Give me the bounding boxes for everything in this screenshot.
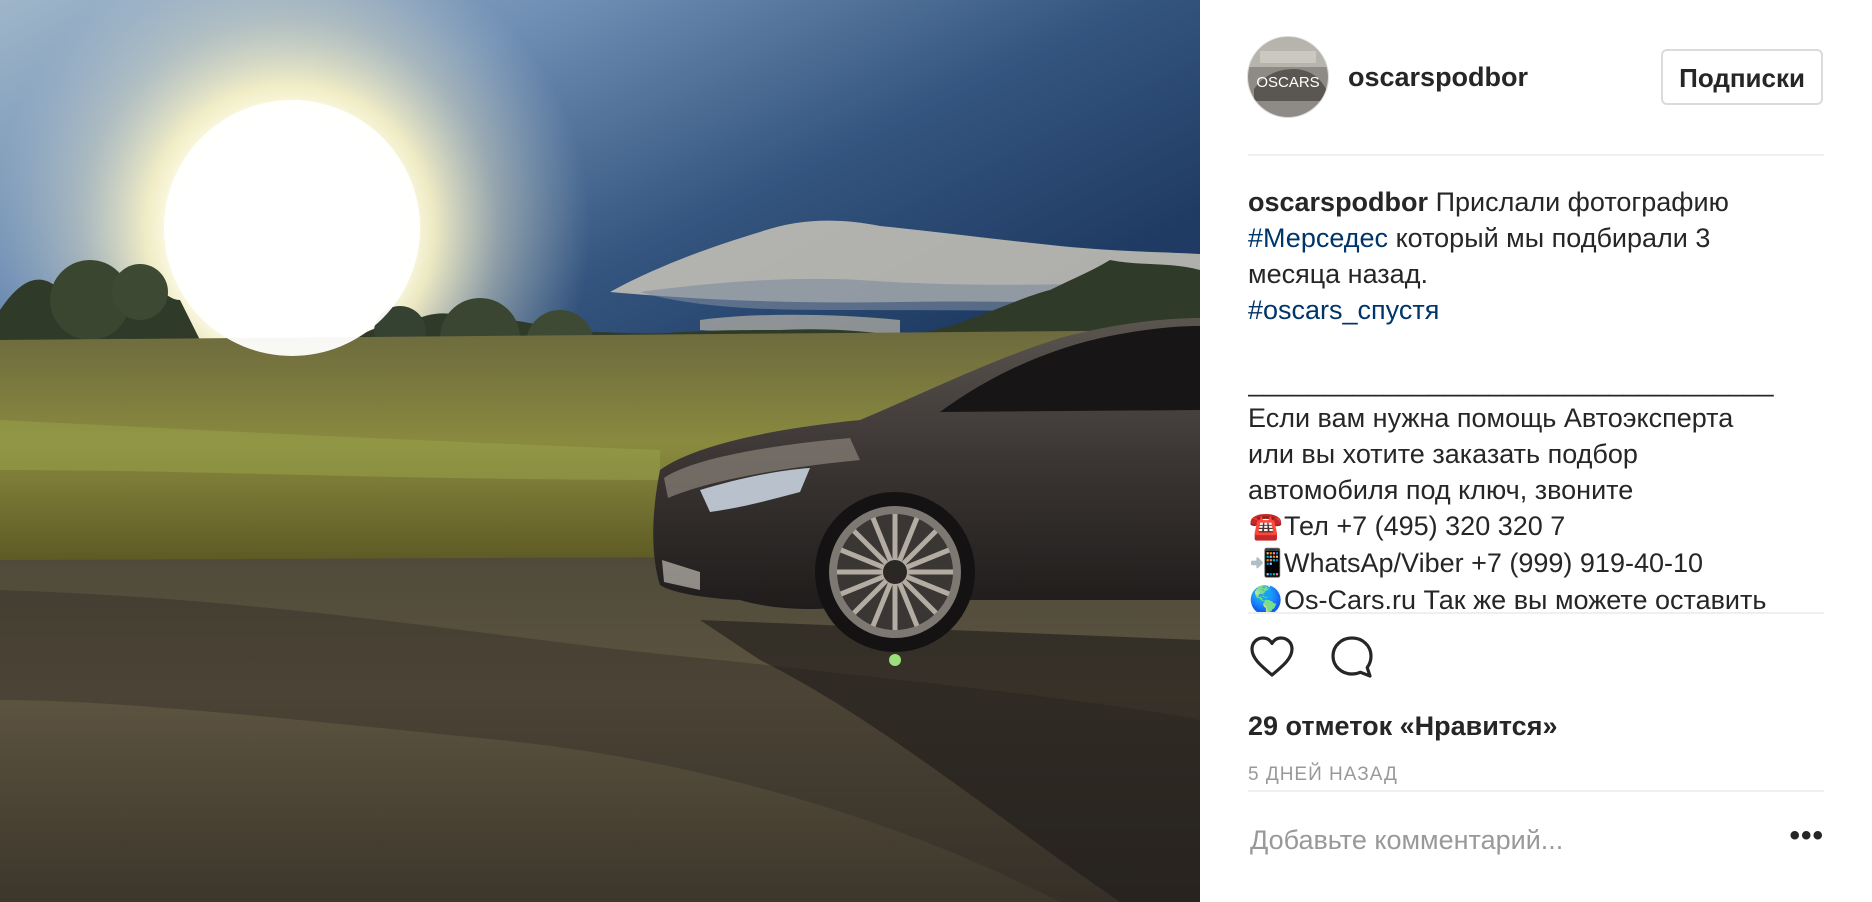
heart-icon[interactable] [1248,633,1296,681]
avatar[interactable]: OSCARS [1248,37,1328,117]
more-options-icon[interactable]: ••• [1789,819,1824,853]
comment-bar: ••• [1248,790,1824,902]
comment-icon[interactable] [1328,633,1376,681]
post-timestamp[interactable]: 5 ДНЕЙ НАЗАД [1248,760,1824,790]
caption-line: ☎️Тел +7 (495) 320 320 7 [1248,508,1824,545]
caption-line: 📲WhatsAp/Viber +7 (999) 919-40-10 [1248,545,1824,582]
caption-text: который мы подбирали 3 [1395,223,1711,253]
caption-line: #oscars_спустя [1248,292,1824,328]
hashtag-link[interactable]: #oscars_спустя [1248,295,1439,325]
car-sunset-photo [0,0,1200,902]
likes-count[interactable]: 29 отметок «Нравится» [1248,708,1824,744]
telephone-icon: ☎️ [1249,511,1283,542]
post-side-panel: OSCARS oscarspodbor Подписки oscarspodbo… [1200,0,1872,902]
post-caption: oscarspodbor Прислали фотографию #Мерсед… [1248,156,1824,614]
caption-text: WhatsAp/Viber +7 (999) 919-40-10 [1284,548,1704,578]
hashtag-link[interactable]: #Мерседес [1248,223,1388,253]
avatar-logo-text: OSCARS [1256,74,1319,91]
caption-line: #Мерседес который мы подбирали 3 [1248,220,1824,256]
caption-text: Os-Cars.ru Так же вы можете оставить [1284,585,1767,614]
mobile-phone-arrow-icon: 📲 [1249,548,1283,579]
caption-text: месяца назад. [1248,259,1428,289]
caption-separator: ___________________________________ [1248,367,1774,397]
caption-text: или вы хотите заказать подбор [1248,439,1638,469]
post-photo[interactable] [0,0,1200,902]
globe-icon: 🌎 [1249,585,1283,614]
following-button[interactable]: Подписки [1661,49,1823,105]
post-actions [1248,614,1824,700]
caption-line: oscarspodbor Прислали фотографию [1248,184,1824,220]
post-header: OSCARS oscarspodbor Подписки [1248,0,1824,156]
caption-text: Если вам нужна помощь Автоэксперта [1248,403,1734,433]
instagram-post: OSCARS oscarspodbor Подписки oscarspodbo… [0,0,1872,902]
caption-line: 🌎Os-Cars.ru Так же вы можете оставить [1248,582,1824,614]
post-username[interactable]: oscarspodbor [1348,62,1661,93]
comment-input[interactable] [1248,824,1790,856]
caption-text: автомобиля под ключ, звоните [1248,475,1634,505]
caption-text: Прислали фотографию [1435,187,1729,217]
caption-username[interactable]: oscarspodbor [1248,187,1428,217]
avatar-image: OSCARS [1248,37,1328,117]
caption-text: Тел +7 (495) 320 320 7 [1284,511,1566,541]
